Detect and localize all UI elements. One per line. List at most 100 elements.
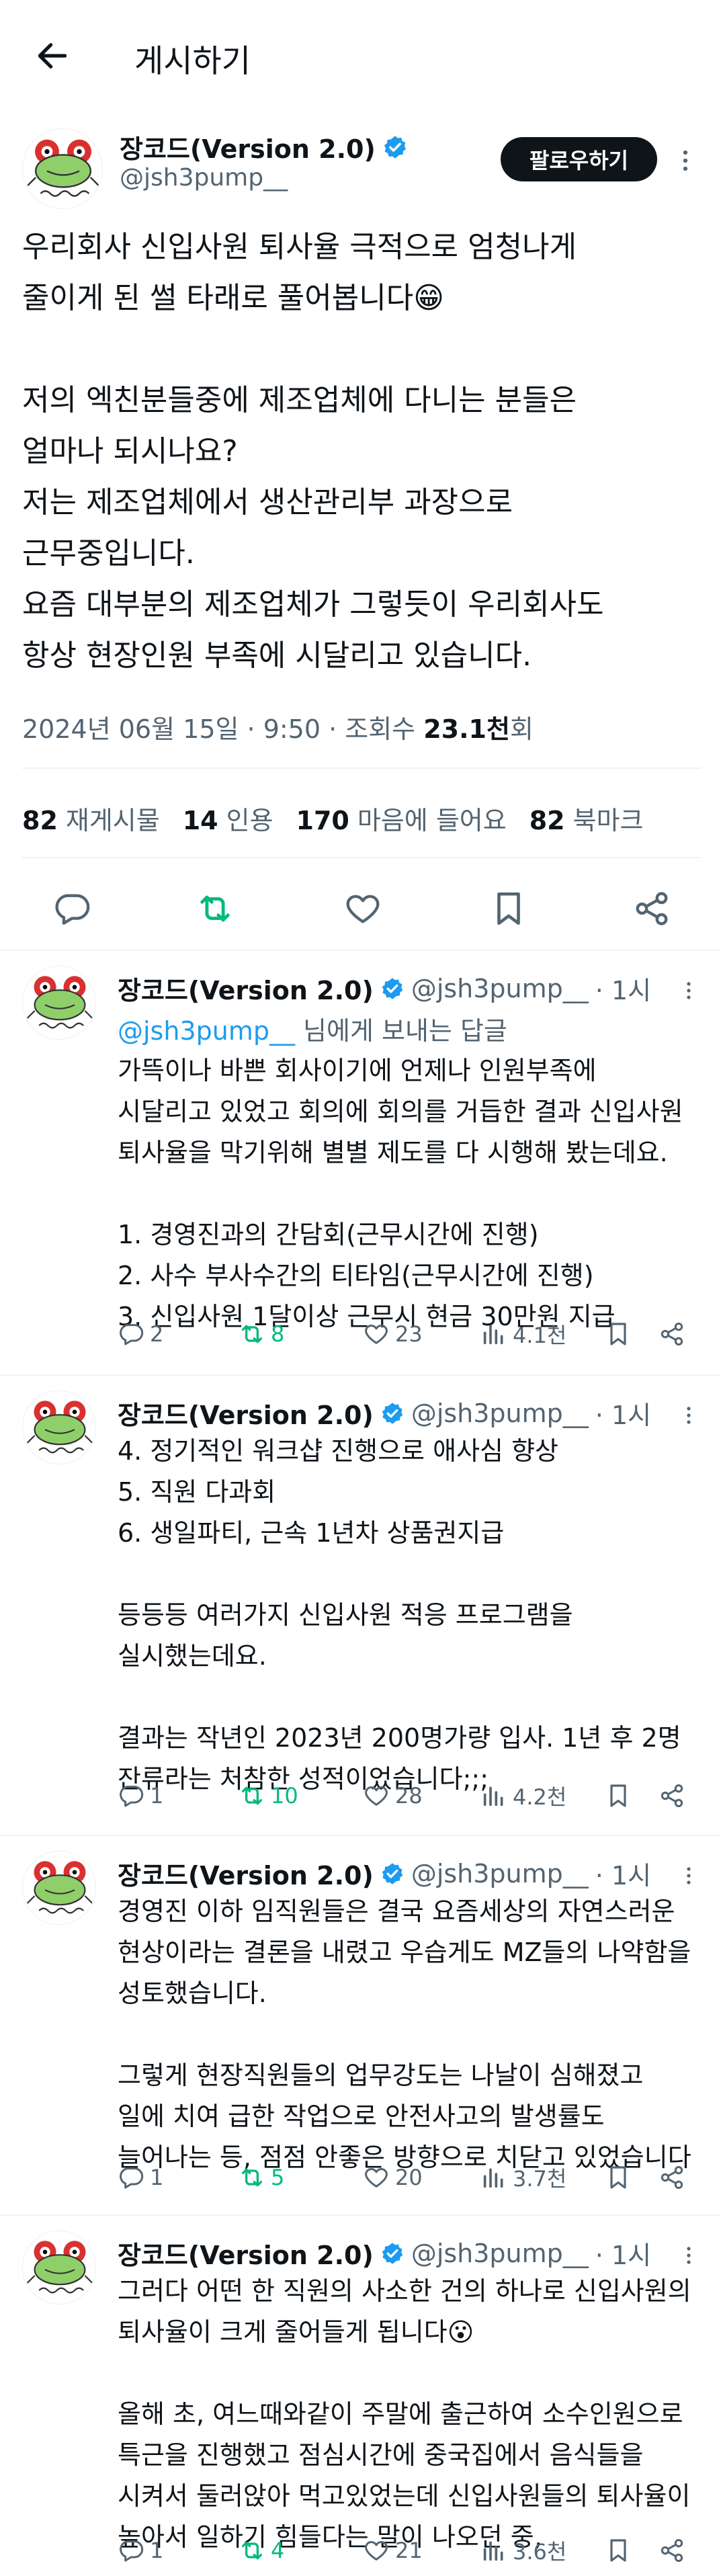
verified-badge-icon — [380, 1862, 405, 1886]
reply-item[interactable]: 장코드(Version 2.0) @jsh3pump__ · 1시 4. 정기적… — [0, 1374, 721, 1835]
repost-button[interactable]: 8 — [239, 1314, 284, 1354]
author-name: 장코드(Version 2.0) — [120, 134, 376, 164]
more-vertical-icon[interactable] — [682, 2239, 695, 2272]
post-timestamp: 2024년 06월 15일 · 9:50 · 조회수 — [22, 714, 424, 744]
reply-item[interactable]: 장코드(Version 2.0) @jsh3pump__ · 1시 @jsh3p… — [0, 950, 721, 1366]
avatar[interactable] — [22, 966, 96, 1040]
like-button[interactable]: 20 — [363, 2157, 423, 2198]
follow-button[interactable]: 팔로우하기 — [501, 137, 657, 181]
top-bar: 게시하기 — [0, 0, 721, 109]
like-count: 20 — [395, 2165, 423, 2190]
views-button[interactable]: 4.1천 — [480, 1314, 566, 1354]
reply-body: 가뜩이나 바쁜 회사이기에 언제나 인원부족에 시달리고 있었고 회의에 회의를… — [118, 1056, 683, 1331]
share-icon[interactable] — [659, 1776, 685, 1816]
author-name[interactable]: 장코드(Version 2.0) — [118, 970, 374, 1007]
share-icon[interactable] — [622, 872, 682, 946]
reply-time: · 1시 — [595, 2241, 652, 2270]
like-count: 21 — [395, 2538, 423, 2563]
share-icon[interactable] — [659, 2530, 685, 2571]
repost-count: 5 — [271, 2165, 285, 2190]
repost-count: 4 — [271, 2538, 285, 2563]
view-count: 23.1천 — [423, 714, 510, 744]
repost-button[interactable]: 10 — [239, 1776, 298, 1816]
reply-item[interactable]: 장코드(Version 2.0) @jsh3pump__ · 1시 그러다 어떤… — [0, 2214, 721, 2576]
bookmark-icon[interactable] — [605, 2157, 632, 2198]
views-button[interactable]: 3.7천 — [480, 2157, 566, 2198]
verified-badge-icon — [380, 2241, 405, 2266]
repost-icon[interactable] — [185, 872, 245, 946]
reply-to-label: @jsh3pump__ 님에게 보내는 답글 — [118, 1010, 507, 1047]
stat-reposts[interactable]: 82 재게시물 — [22, 800, 160, 837]
stat-likes[interactable]: 170 마음에 들어요 — [296, 800, 507, 837]
verified-badge-icon — [382, 134, 408, 160]
reply-button[interactable]: 2 — [118, 1314, 163, 1354]
more-vertical-icon[interactable] — [682, 1859, 695, 1893]
reply-button[interactable]: 1 — [118, 2157, 163, 2198]
reply-body: 경영진 이하 임직원들은 결국 요즘세상의 자연스러운 현상이라는 결론을 내렸… — [118, 1897, 691, 2172]
repost-button[interactable]: 4 — [239, 2530, 284, 2571]
verified-badge-icon — [380, 977, 405, 1001]
more-vertical-icon[interactable] — [682, 974, 695, 1007]
more-vertical-icon[interactable] — [682, 1399, 695, 1432]
avatar[interactable] — [22, 2231, 96, 2304]
post-body: 우리회사 신입사원 퇴사율 극적으로 엄청나게 줄이게 된 썰 타래로 풀어봅니… — [22, 230, 604, 673]
post-actions — [0, 872, 721, 946]
stat-quotes[interactable]: 14 인용 — [183, 800, 273, 837]
reply-actions: 1 4 21 3.6천 — [118, 2530, 695, 2571]
bookmark-icon[interactable] — [478, 872, 539, 946]
reply-time: · 1시 — [595, 976, 652, 1005]
more-vertical-icon[interactable] — [679, 144, 692, 177]
author-handle[interactable]: @jsh3pump__ — [120, 164, 288, 192]
repost-button[interactable]: 5 — [239, 2157, 284, 2198]
author-handle[interactable]: @jsh3pump__ — [411, 2239, 589, 2268]
author-name[interactable]: 장코드(Version 2.0) — [118, 1395, 374, 1431]
reply-actions: 1 5 20 3.7천 — [118, 2157, 695, 2198]
reply-body: 그러다 어떤 한 직원의 사소한 건의 하나로 신입사원의 퇴사율이 크게 줄어… — [118, 2276, 691, 2552]
reply-count: 1 — [150, 1783, 164, 1809]
like-button[interactable]: 23 — [363, 1314, 423, 1354]
author-name[interactable]: 장코드(Version 2.0) — [118, 1855, 374, 1892]
avatar[interactable] — [22, 128, 103, 209]
views-button[interactable]: 4.2천 — [480, 1776, 566, 1816]
repost-count: 10 — [271, 1783, 298, 1809]
views-count: 4.2천 — [513, 1784, 567, 1810]
author-handle[interactable]: @jsh3pump__ — [411, 1859, 589, 1888]
like-button[interactable]: 21 — [363, 2530, 423, 2571]
views-button[interactable]: 3.6천 — [480, 2530, 566, 2571]
author-handle[interactable]: @jsh3pump__ — [411, 1399, 589, 1428]
views-count: 3.7천 — [513, 2166, 567, 2192]
reply-button[interactable]: 1 — [118, 1776, 163, 1816]
stat-bookmarks[interactable]: 82 북마크 — [529, 800, 644, 837]
like-button[interactable]: 28 — [363, 1776, 423, 1816]
bookmark-icon[interactable] — [605, 1776, 632, 1816]
reply-header: 장코드(Version 2.0) @jsh3pump__ · 1시 — [118, 1395, 651, 1431]
repost-count: 8 — [271, 1321, 285, 1347]
reply-icon[interactable] — [42, 872, 102, 946]
views-count: 4.1천 — [513, 1323, 567, 1348]
verified-badge-icon — [380, 1401, 405, 1425]
reply-actions: 2 8 23 4.1천 — [118, 1314, 695, 1354]
reply-body: 4. 정기적인 워크샵 진행으로 애사심 향상 5. 직원 다과회 6. 생일파… — [118, 1436, 681, 1794]
share-icon[interactable] — [659, 2157, 685, 2198]
heart-icon[interactable] — [333, 872, 393, 946]
author-name-row[interactable]: 장코드(Version 2.0) — [120, 128, 408, 165]
views-count: 3.6천 — [513, 2539, 567, 2565]
avatar[interactable] — [22, 1390, 96, 1464]
author-handle[interactable]: @jsh3pump__ — [411, 974, 589, 1003]
reply-item[interactable]: 장코드(Version 2.0) @jsh3pump__ · 1시 경영진 이하… — [0, 1835, 721, 2218]
bookmark-icon[interactable] — [605, 2530, 632, 2571]
divider — [22, 767, 701, 769]
reply-header: 장코드(Version 2.0) @jsh3pump__ · 1시 — [118, 970, 651, 1007]
bookmark-icon[interactable] — [605, 1314, 632, 1354]
like-count: 23 — [395, 1321, 423, 1347]
arrow-left-icon[interactable] — [26, 34, 79, 78]
reply-count: 2 — [150, 1321, 164, 1347]
like-count: 28 — [395, 1783, 423, 1809]
reply-actions: 1 10 28 4.2천 — [118, 1776, 695, 1816]
view-suffix: 회 — [509, 714, 534, 744]
reply-button[interactable]: 1 — [118, 2530, 163, 2571]
author-name[interactable]: 장코드(Version 2.0) — [118, 2235, 374, 2272]
reply-to-handle[interactable]: @jsh3pump__ — [118, 1016, 295, 1046]
share-icon[interactable] — [659, 1314, 685, 1354]
avatar[interactable] — [22, 1851, 96, 1925]
